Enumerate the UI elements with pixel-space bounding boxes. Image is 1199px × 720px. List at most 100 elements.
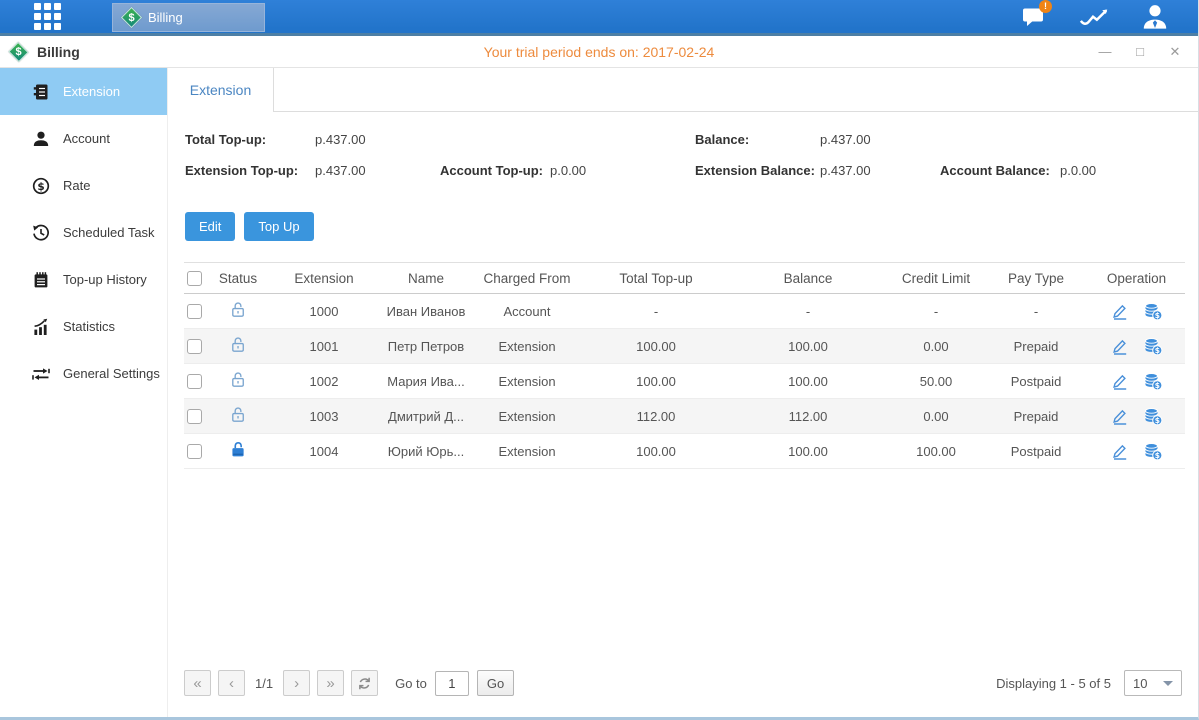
tab-strip: Extension bbox=[168, 68, 1198, 112]
cell-name: Юрий Юрь... bbox=[382, 434, 470, 469]
trial-notice: Your trial period ends on: 2017-02-24 bbox=[0, 44, 1198, 60]
cell-pay-type: Postpaid bbox=[984, 434, 1088, 469]
row-topup-icon[interactable]: $ bbox=[1143, 441, 1163, 461]
select-all-checkbox[interactable] bbox=[187, 271, 202, 286]
go-button[interactable]: Go bbox=[477, 670, 514, 696]
sidebar-item-label: General Settings bbox=[63, 366, 160, 381]
table-row: 1003Дмитрий Д...Extension112.00112.000.0… bbox=[184, 399, 1185, 434]
topup-history-icon bbox=[31, 270, 50, 289]
col-total-topup: Total Top-up bbox=[584, 263, 728, 294]
cell-pay-type: Prepaid bbox=[984, 399, 1088, 434]
goto-page-input[interactable] bbox=[435, 671, 469, 696]
close-button[interactable]: ✕ bbox=[1168, 45, 1182, 59]
billing-window-icon: $ bbox=[10, 44, 27, 60]
svg-text:$: $ bbox=[1155, 346, 1160, 355]
extension-icon bbox=[31, 82, 50, 101]
col-balance: Balance bbox=[728, 263, 888, 294]
col-operation: Operation bbox=[1088, 263, 1185, 294]
account-balance-value: p.0.00 bbox=[1060, 163, 1096, 178]
row-edit-icon[interactable] bbox=[1110, 371, 1130, 391]
account-icon bbox=[31, 129, 50, 148]
cell-extension: 1002 bbox=[266, 364, 382, 399]
content-area: Extension Total Top-up: p.437.00 Balance… bbox=[168, 68, 1198, 717]
sidebar-item-account[interactable]: Account bbox=[0, 115, 167, 162]
page-size-dropdown[interactable]: 10 bbox=[1124, 670, 1182, 696]
tab-extension[interactable]: Extension bbox=[168, 68, 274, 112]
row-edit-icon[interactable] bbox=[1110, 301, 1130, 321]
row-edit-icon[interactable] bbox=[1110, 441, 1130, 461]
sidebar-item-topup-history[interactable]: Top-up History bbox=[0, 256, 167, 303]
last-page-button[interactable]: » bbox=[317, 670, 344, 696]
window-title: Billing bbox=[37, 44, 80, 60]
minimize-button[interactable]: — bbox=[1098, 45, 1112, 59]
cell-charged-from: Account bbox=[470, 294, 584, 329]
cell-credit-limit: 0.00 bbox=[888, 399, 984, 434]
user-account-icon[interactable] bbox=[1140, 4, 1170, 30]
sidebar-item-scheduled-task[interactable]: Scheduled Task bbox=[0, 209, 167, 256]
row-checkbox[interactable] bbox=[187, 374, 202, 389]
sidebar-item-rate[interactable]: $ Rate bbox=[0, 162, 167, 209]
billing-app-icon: $ bbox=[123, 9, 140, 26]
row-edit-icon[interactable] bbox=[1110, 406, 1130, 426]
cell-pay-type: - bbox=[984, 294, 1088, 329]
svg-text:$: $ bbox=[1155, 451, 1160, 460]
row-edit-icon[interactable] bbox=[1110, 336, 1130, 356]
sidebar-item-extension[interactable]: Extension bbox=[0, 68, 167, 115]
scheduled-task-icon bbox=[31, 223, 50, 242]
sidebar-item-label: Statistics bbox=[63, 319, 115, 334]
col-charged-from: Charged From bbox=[470, 263, 584, 294]
cell-credit-limit: - bbox=[888, 294, 984, 329]
edit-button[interactable]: Edit bbox=[185, 212, 235, 241]
cell-balance: 112.00 bbox=[728, 399, 888, 434]
table-header-row: Status Extension Name Charged From Total… bbox=[184, 263, 1185, 294]
prev-page-button[interactable]: ‹ bbox=[218, 670, 245, 696]
table-body: 1000Иван ИвановAccount---- $ 1001Петр Пе… bbox=[184, 294, 1185, 469]
extension-balance-label: Extension Balance: bbox=[695, 163, 815, 178]
balance-summary: Total Top-up: p.437.00 Balance: p.437.00… bbox=[168, 128, 1198, 202]
desktop-topbar: $ Billing ! bbox=[0, 0, 1198, 36]
row-checkbox[interactable] bbox=[187, 339, 202, 354]
sidebar-item-statistics[interactable]: Statistics bbox=[0, 303, 167, 350]
cell-balance: - bbox=[728, 294, 888, 329]
row-checkbox[interactable] bbox=[187, 444, 202, 459]
row-checkbox[interactable] bbox=[187, 409, 202, 424]
cell-pay-type: Postpaid bbox=[984, 364, 1088, 399]
messages-icon[interactable]: ! bbox=[1018, 4, 1048, 30]
col-extension: Extension bbox=[266, 263, 382, 294]
window-titlebar: $ Billing Your trial period ends on: 201… bbox=[0, 36, 1198, 68]
extension-topup-label: Extension Top-up: bbox=[185, 163, 298, 178]
page-indicator: 1/1 bbox=[255, 676, 273, 691]
sidebar-item-label: Top-up History bbox=[63, 272, 147, 287]
cell-total-topup: 100.00 bbox=[584, 364, 728, 399]
account-topup-value: p.0.00 bbox=[550, 163, 586, 178]
top-up-button[interactable]: Top Up bbox=[244, 212, 313, 241]
extension-table: Status Extension Name Charged From Total… bbox=[184, 262, 1182, 469]
row-topup-icon[interactable]: $ bbox=[1143, 336, 1163, 356]
total-topup-label: Total Top-up: bbox=[185, 132, 266, 147]
row-topup-icon[interactable]: $ bbox=[1143, 301, 1163, 321]
sidebar-item-label: Extension bbox=[63, 84, 120, 99]
table-row: 1002Мария Ива...Extension100.00100.0050.… bbox=[184, 364, 1185, 399]
refresh-button[interactable] bbox=[351, 670, 378, 696]
maximize-button[interactable]: □ bbox=[1133, 45, 1147, 59]
cell-pay-type: Prepaid bbox=[984, 329, 1088, 364]
resource-monitor-icon[interactable] bbox=[1079, 4, 1109, 30]
cell-total-topup: 100.00 bbox=[584, 434, 728, 469]
sidebar: Extension Account $ Rat bbox=[0, 68, 168, 717]
row-topup-icon[interactable]: $ bbox=[1143, 406, 1163, 426]
row-checkbox[interactable] bbox=[187, 304, 202, 319]
first-page-button[interactable]: « bbox=[184, 670, 211, 696]
cell-extension: 1001 bbox=[266, 329, 382, 364]
sidebar-item-general-settings[interactable]: General Settings bbox=[0, 350, 167, 397]
row-topup-icon[interactable]: $ bbox=[1143, 371, 1163, 391]
rate-icon: $ bbox=[31, 176, 50, 195]
col-credit-limit: Credit Limit bbox=[888, 263, 984, 294]
extension-balance-value: p.437.00 bbox=[820, 163, 871, 178]
lock-open-icon bbox=[229, 377, 248, 392]
taskbar-billing-tab[interactable]: $ Billing bbox=[112, 3, 265, 32]
next-page-button[interactable]: › bbox=[283, 670, 310, 696]
cell-total-topup: 112.00 bbox=[584, 399, 728, 434]
account-balance-label: Account Balance: bbox=[940, 163, 1050, 178]
app-launcher-icon[interactable] bbox=[34, 3, 61, 30]
lock-open-icon bbox=[229, 307, 248, 322]
